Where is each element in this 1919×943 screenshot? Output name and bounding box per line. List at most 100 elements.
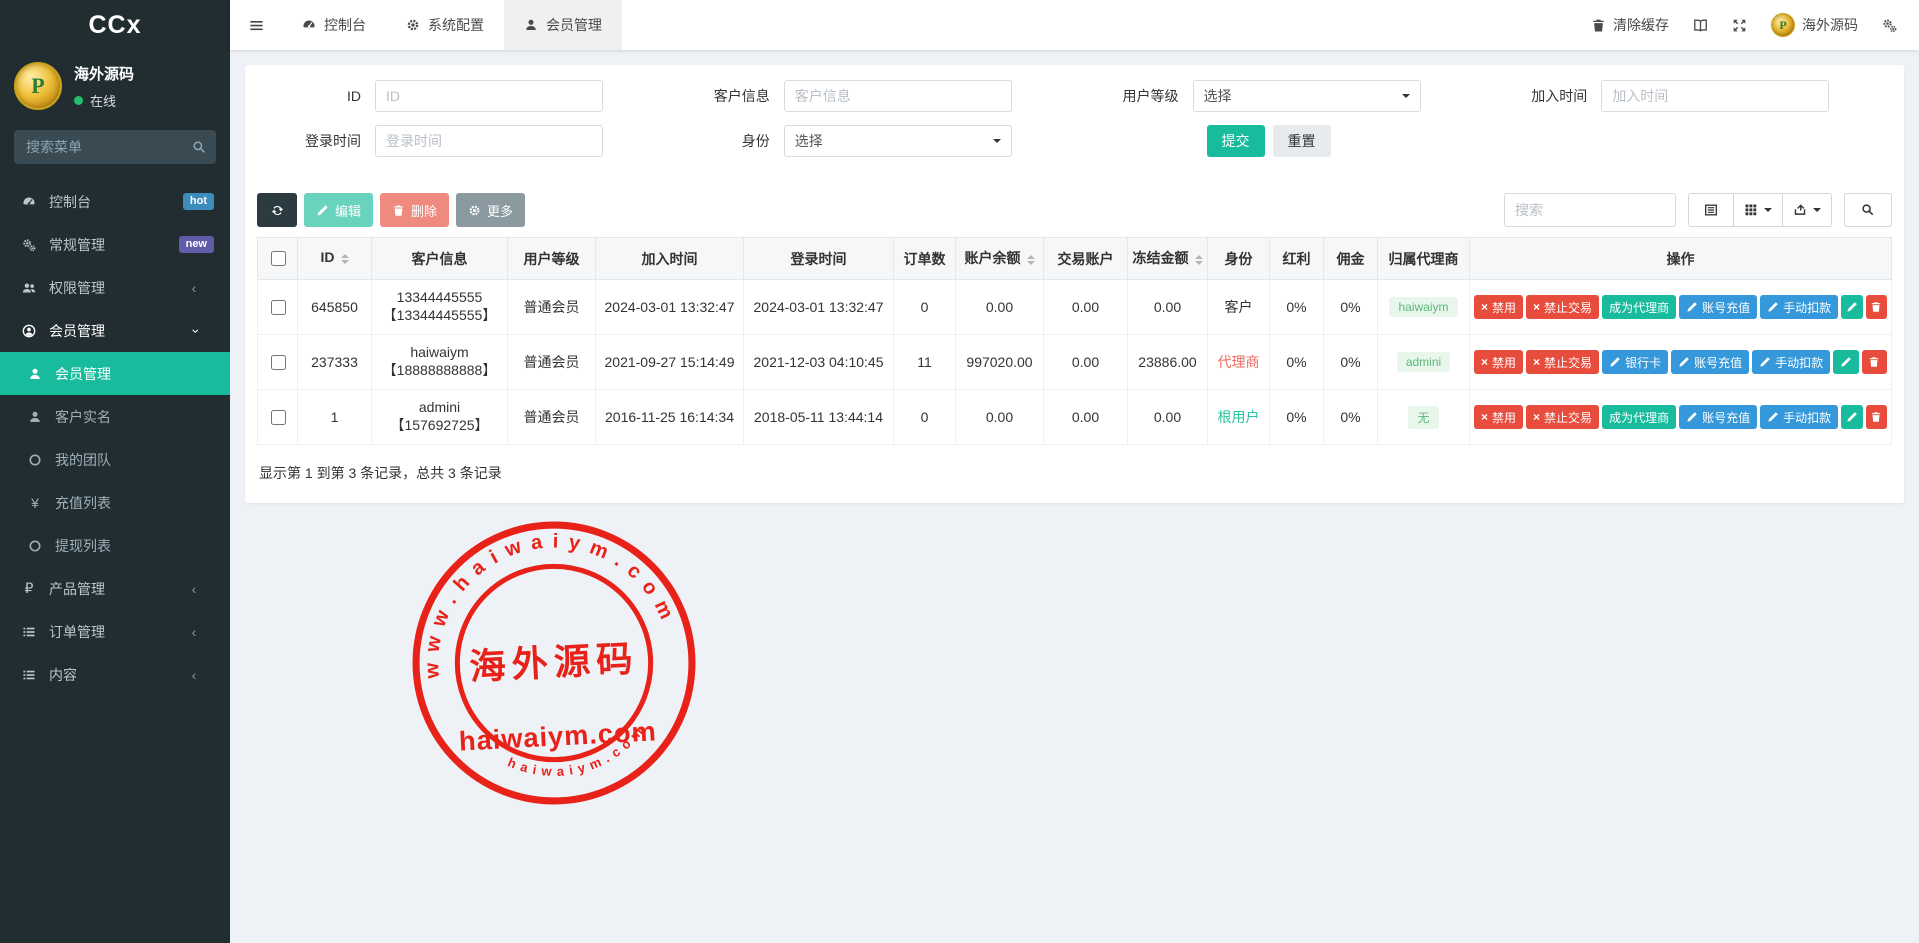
filter-input-登录时间[interactable] <box>375 125 603 157</box>
edit-row-button[interactable] <box>1841 295 1862 319</box>
sidebar-item-订单管理[interactable]: 订单管理‹ <box>0 610 230 653</box>
reset-button[interactable]: 重置 <box>1273 125 1331 157</box>
column-header-账户余额[interactable]: 账户余额 <box>956 238 1044 280</box>
x-icon: × <box>1481 411 1488 423</box>
tab-控制台[interactable]: 控制台 <box>282 0 386 50</box>
columns-button[interactable] <box>1734 193 1783 227</box>
disable-button[interactable]: ×禁用 <box>1474 405 1523 429</box>
become-agent-button[interactable]: 成为代理商 <box>1602 295 1676 319</box>
row-checkbox[interactable] <box>271 355 286 370</box>
settings-gears-icon[interactable] <box>1882 18 1897 33</box>
submit-button[interactable]: 提交 <box>1207 125 1265 157</box>
table-search-button[interactable] <box>1844 193 1892 227</box>
table-search-input[interactable] <box>1504 193 1676 227</box>
row-checkbox[interactable] <box>271 300 286 315</box>
filter-select-身份[interactable]: 选择 <box>784 125 1012 157</box>
filter-field-ID: ID <box>257 80 666 112</box>
filter-input-加入时间[interactable] <box>1601 80 1829 112</box>
edit-button[interactable]: 编辑 <box>304 193 373 227</box>
become-agent-button[interactable]: 成为代理商 <box>1602 405 1676 429</box>
export-button[interactable] <box>1783 193 1832 227</box>
disable-button[interactable]: ×禁用 <box>1474 350 1523 374</box>
tab-会员管理[interactable]: 会员管理 <box>504 0 622 50</box>
refresh-button[interactable] <box>257 193 297 227</box>
cell-balance: 0.00 <box>956 280 1044 335</box>
sidebar-item-提现列表[interactable]: 提现列表 <box>0 524 230 567</box>
sidebar-item-客户实名[interactable]: 客户实名 <box>0 395 230 438</box>
delete-row-button[interactable] <box>1866 405 1887 429</box>
dashboard-icon <box>302 18 316 32</box>
delete-button-label: 删除 <box>411 201 437 220</box>
deduct-button[interactable]: 手动扣款 <box>1760 295 1838 319</box>
sort-carets-icon[interactable] <box>1195 251 1203 269</box>
delete-row-button[interactable] <box>1862 350 1887 374</box>
recharge-button[interactable]: 账号充值 <box>1679 295 1757 319</box>
sidebar-item-会员管理[interactable]: 会员管理 <box>0 352 230 395</box>
pencil-icon <box>1767 411 1779 423</box>
sidebar-item-权限管理[interactable]: 权限管理‹ <box>0 266 230 309</box>
user-icon <box>24 410 46 424</box>
dashboard-icon <box>18 195 40 209</box>
agent-badge: admini <box>1397 352 1450 372</box>
sidebar-search-input[interactable] <box>14 130 216 164</box>
more-button[interactable]: 更多 <box>456 193 525 227</box>
filter-select-用户等级[interactable]: 选择 <box>1193 80 1421 112</box>
tab-系统配置[interactable]: 系统配置 <box>386 0 504 50</box>
deduct-button[interactable]: 手动扣款 <box>1760 405 1838 429</box>
book-icon[interactable] <box>1693 18 1708 33</box>
row-actions: ×禁用×禁止交易成为代理商账号充值手动扣款 <box>1474 405 1887 429</box>
select-all-checkbox[interactable] <box>271 251 286 266</box>
sidebar-item-控制台[interactable]: 控制台hot <box>0 180 230 223</box>
clear-cache-button[interactable]: 清除缓存 <box>1591 15 1669 35</box>
row-checkbox[interactable] <box>271 410 286 425</box>
sidebar-item-内容[interactable]: 内容‹ <box>0 653 230 696</box>
column-header-ID[interactable]: ID <box>298 238 372 280</box>
online-status-label: 在线 <box>90 91 116 110</box>
cell-id: 645850 <box>298 280 372 335</box>
recharge-button[interactable]: 账号充值 <box>1679 405 1757 429</box>
search-icon <box>1861 203 1874 216</box>
detail-view-button[interactable] <box>1688 193 1734 227</box>
cell-commission: 0% <box>1324 280 1378 335</box>
column-label: 归属代理商 <box>1389 251 1459 267</box>
forbid-trade-button[interactable]: ×禁止交易 <box>1526 405 1599 429</box>
forbid-trade-button[interactable]: ×禁止交易 <box>1526 350 1599 374</box>
sidebar-item-我的团队[interactable]: 我的团队 <box>0 438 230 481</box>
chevron-left-icon: ‹ <box>183 582 205 596</box>
cell-identity: 客户 <box>1208 280 1270 335</box>
record-count-info: 显示第 1 到第 3 条记录，总共 3 条记录 <box>257 463 1892 483</box>
sidebar-item-label: 订单管理 <box>49 622 183 642</box>
edit-row-button[interactable] <box>1833 350 1858 374</box>
cell-orders: 0 <box>894 390 956 445</box>
sidebar-toggle-button[interactable] <box>230 0 282 50</box>
deduct-button[interactable]: 手动扣款 <box>1752 350 1830 374</box>
fullscreen-icon[interactable] <box>1732 18 1747 33</box>
search-icon <box>192 140 206 154</box>
action-label: 禁用 <box>1492 299 1516 316</box>
sort-carets-icon[interactable] <box>1027 251 1035 269</box>
filter-input-ID[interactable] <box>375 80 603 112</box>
edit-row-button[interactable] <box>1841 405 1862 429</box>
filter-input-客户信息[interactable] <box>784 80 1012 112</box>
sidebar-item-产品管理[interactable]: ₽产品管理‹ <box>0 567 230 610</box>
delete-row-button[interactable] <box>1866 295 1887 319</box>
sidebar-item-常规管理[interactable]: 常规管理new <box>0 223 230 266</box>
yen-icon: ¥ <box>24 495 46 511</box>
cell-login-time: 2024-03-01 13:32:47 <box>744 280 894 335</box>
select-value: 选择 <box>795 131 823 151</box>
sidebar-item-充值列表[interactable]: ¥充值列表 <box>0 481 230 524</box>
delete-button[interactable]: 删除 <box>380 193 449 227</box>
sort-carets-icon[interactable] <box>341 250 349 268</box>
filter-label: 身份 <box>666 131 784 151</box>
user-icon <box>524 18 538 32</box>
tab-label: 系统配置 <box>428 15 484 35</box>
bank-card-button[interactable]: 银行卡 <box>1602 350 1668 374</box>
navbar-user[interactable]: P 海外源码 <box>1771 13 1858 37</box>
forbid-trade-button[interactable]: ×禁止交易 <box>1526 295 1599 319</box>
sidebar-item-会员管理[interactable]: 会员管理‹ <box>0 309 230 352</box>
recharge-button[interactable]: 账号充值 <box>1671 350 1749 374</box>
pencil-icon <box>1846 411 1858 423</box>
disable-button[interactable]: ×禁用 <box>1474 295 1523 319</box>
trash-icon <box>392 204 405 217</box>
column-header-冻结金额[interactable]: 冻结金额 <box>1128 238 1208 280</box>
